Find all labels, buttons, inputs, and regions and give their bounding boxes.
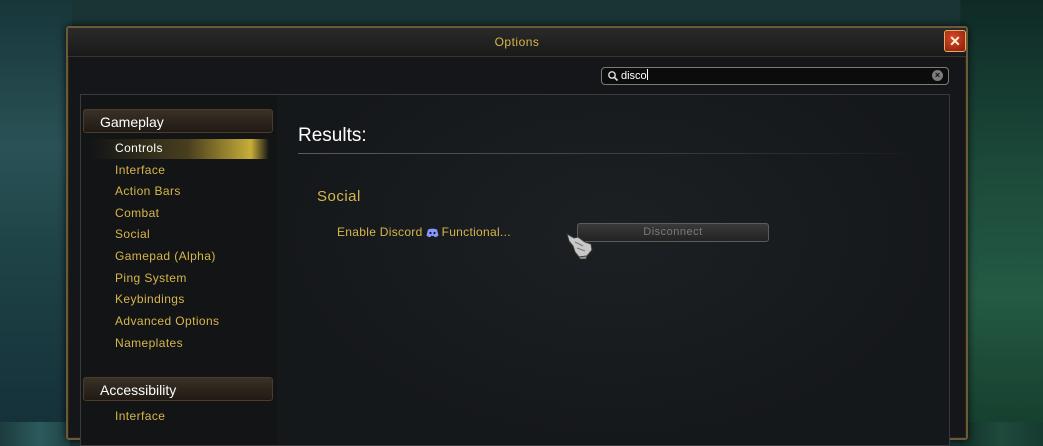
window-titlebar[interactable]: Options	[68, 28, 966, 57]
close-button[interactable]: ✕	[944, 30, 966, 52]
setting-label-suffix: Functional...	[441, 225, 511, 239]
sidebar-item-accessibility-interface[interactable]: Interface	[115, 409, 165, 423]
sidebar-item-combat[interactable]: Combat	[115, 206, 159, 220]
sidebar-item-ping-system[interactable]: Ping System	[115, 271, 187, 285]
category-gameplay[interactable]: Gameplay	[83, 109, 273, 133]
clear-search-icon[interactable]: ×	[932, 70, 943, 81]
search-input[interactable]: disco ×	[601, 67, 949, 85]
sidebar-item-advanced-options[interactable]: Advanced Options	[115, 314, 219, 328]
results-title: Results:	[298, 125, 367, 146]
gauntlet-cursor-icon	[566, 232, 593, 260]
window-title: Options	[494, 35, 540, 49]
sidebar-item-gamepad[interactable]: Gamepad (Alpha)	[115, 249, 216, 263]
background-right	[961, 0, 1043, 422]
sidebar-item-nameplates[interactable]: Nameplates	[115, 336, 183, 350]
setting-label-discord: Enable Discord Functional...	[337, 225, 511, 239]
text-caret	[646, 69, 648, 80]
discord-icon	[426, 228, 439, 238]
background-left	[0, 0, 72, 422]
results-divider	[298, 153, 928, 154]
category-sidebar: Gameplay Controls Interface Action Bars …	[81, 95, 278, 445]
disconnect-button[interactable]: Disconnect	[577, 223, 769, 242]
category-accessibility[interactable]: Accessibility	[83, 377, 273, 401]
sidebar-item-interface[interactable]: Interface	[115, 163, 165, 177]
sidebar-item-action-bars[interactable]: Action Bars	[115, 184, 181, 198]
search-icon	[608, 71, 619, 82]
section-title-social: Social	[317, 188, 361, 205]
content-frame: Gameplay Controls Interface Action Bars …	[80, 94, 950, 446]
sidebar-item-controls[interactable]: Controls	[115, 141, 163, 155]
setting-label-prefix: Enable Discord	[337, 225, 423, 239]
search-value: disco	[621, 70, 647, 82]
options-window: Options ✕ disco × Gameplay Controls Inte…	[66, 26, 968, 446]
sidebar-item-keybindings[interactable]: Keybindings	[115, 292, 185, 306]
sidebar-item-social[interactable]: Social	[115, 227, 150, 241]
results-panel: Results: Social Enable Discord Functiona…	[277, 95, 949, 445]
close-icon: ✕	[949, 32, 961, 49]
